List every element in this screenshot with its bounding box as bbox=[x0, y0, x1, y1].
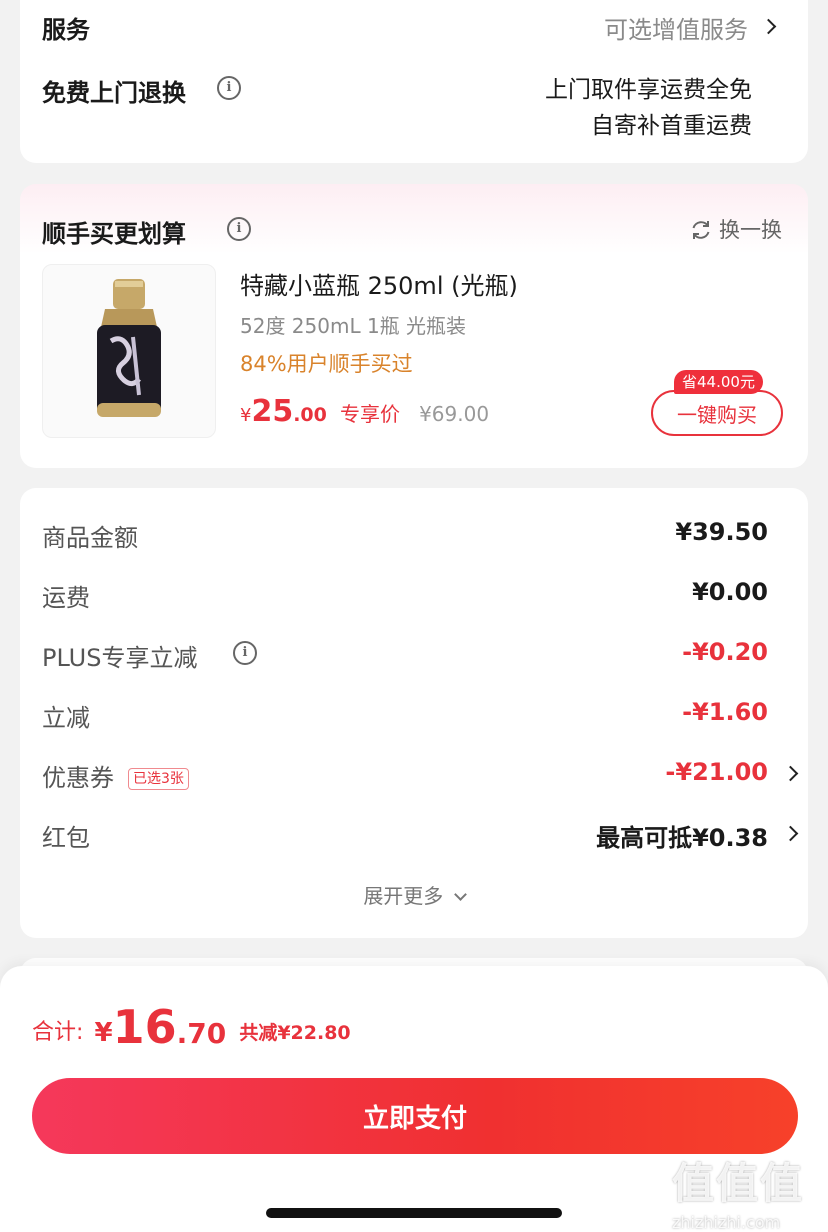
price-decimal: .00 bbox=[293, 404, 327, 426]
summary-label: 优惠券 已选3张 bbox=[42, 758, 189, 793]
free-return-line2: 自寄补首重运费 bbox=[591, 113, 752, 139]
chevron-right-icon[interactable] bbox=[782, 825, 799, 842]
chevron-right-icon[interactable] bbox=[760, 18, 777, 35]
summary-value: ¥39.50 bbox=[675, 518, 768, 546]
free-return-label: 免费上门退换 bbox=[42, 79, 186, 107]
price-integer: 25 bbox=[251, 394, 294, 429]
home-indicator[interactable] bbox=[266, 1208, 562, 1218]
watermark-logo: 值值值 bbox=[672, 1150, 804, 1211]
upsell-card: 顺手买更划算 i 换一换 特藏小蓝瓶 250ml (光瓶) 52度 250mL … bbox=[20, 184, 808, 468]
total-label: 合计: bbox=[32, 1020, 84, 1045]
watermark: 值值值 zhizhizhi.com bbox=[672, 1150, 804, 1232]
summary-value: -¥0.20 bbox=[682, 638, 768, 666]
summary-row-coupon[interactable]: 优惠券 已选3张 -¥21.00 bbox=[42, 758, 799, 798]
liquor-bottle-image bbox=[97, 279, 161, 417]
total-symbol: ¥ bbox=[94, 1018, 113, 1048]
upsell-title: 顺手买更划算 bbox=[42, 220, 186, 248]
summary-label: PLUS专享立减 bbox=[42, 644, 198, 672]
summary-label: 红包 bbox=[42, 824, 90, 852]
refresh-icon bbox=[692, 221, 710, 239]
chevron-right-icon[interactable] bbox=[782, 765, 799, 782]
save-amount-badge: 省44.00元 bbox=[674, 370, 763, 394]
service-card: 服务 可选增值服务 免费上门退换 i 上门取件享运费全免 自寄补首重运费 bbox=[20, 0, 808, 163]
summary-row-goods-amount: 商品金额 ¥39.50 bbox=[42, 518, 782, 558]
price-symbol: ¥ bbox=[240, 405, 252, 426]
refresh-label: 换一换 bbox=[719, 218, 782, 242]
price-tag: 专享价 bbox=[339, 402, 400, 426]
chevron-down-icon bbox=[453, 888, 467, 901]
summary-row-shipping: 运费 ¥0.00 bbox=[42, 578, 782, 618]
watermark-logo-char: 值 bbox=[760, 1159, 805, 1208]
expand-more-label: 展开更多 bbox=[363, 884, 444, 908]
total-saved: 共减¥22.80 bbox=[239, 1022, 351, 1044]
value-added-service-link[interactable]: 可选增值服务 bbox=[604, 10, 748, 45]
summary-value: -¥1.60 bbox=[682, 698, 768, 726]
coupon-label: 优惠券 bbox=[42, 764, 114, 792]
watermark-site: zhizhizhi.com bbox=[672, 1213, 781, 1232]
summary-value: ¥0.00 bbox=[692, 578, 768, 606]
original-price: ¥69.00 bbox=[419, 402, 490, 426]
watermark-logo-char: 值 bbox=[672, 1159, 717, 1208]
service-label: 服务 bbox=[42, 16, 90, 44]
product-image[interactable] bbox=[42, 264, 216, 438]
info-icon[interactable]: i bbox=[227, 217, 251, 241]
total-price: 合计: ¥16.70 共减¥22.80 bbox=[32, 1000, 351, 1054]
watermark-logo-char: 值 bbox=[716, 1159, 761, 1208]
coupon-count-badge: 已选3张 bbox=[128, 768, 189, 790]
summary-label: 运费 bbox=[42, 584, 90, 612]
product-name[interactable]: 特藏小蓝瓶 250ml (光瓶) bbox=[240, 266, 518, 301]
summary-value: -¥21.00 bbox=[665, 758, 768, 786]
free-return-line1: 上门取件享运费全免 bbox=[545, 77, 752, 103]
expand-more-button[interactable]: 展开更多 bbox=[20, 880, 808, 909]
refresh-button[interactable]: 换一换 bbox=[689, 214, 782, 244]
product-spec: 52度 250mL 1瓶 光瓶装 bbox=[240, 314, 467, 338]
info-icon[interactable]: i bbox=[233, 641, 257, 665]
price-summary-card: 商品金额 ¥39.50 运费 ¥0.00 PLUS专享立减 i -¥0.20 立… bbox=[20, 488, 808, 938]
summary-label: 立减 bbox=[42, 704, 90, 732]
upsell-price: ¥25.00 专享价 ¥69.00 bbox=[240, 394, 489, 429]
bought-hint: 84%用户顺手买过 bbox=[240, 352, 413, 376]
summary-row-instant-discount: 立减 -¥1.60 bbox=[42, 698, 782, 738]
summary-label: 商品金额 bbox=[42, 524, 138, 552]
summary-row-plus-discount: PLUS专享立减 i -¥0.20 bbox=[42, 638, 782, 678]
one-click-buy-button[interactable]: 一键购买 bbox=[651, 390, 783, 436]
summary-value: 最高可抵¥0.38 bbox=[596, 824, 768, 852]
pay-now-button[interactable]: 立即支付 bbox=[32, 1078, 798, 1154]
total-decimal: .70 bbox=[176, 1017, 227, 1050]
total-integer: 16 bbox=[112, 1000, 177, 1054]
summary-row-red-packet[interactable]: 红包 最高可抵¥0.38 bbox=[42, 818, 799, 858]
info-icon[interactable]: i bbox=[217, 76, 241, 100]
